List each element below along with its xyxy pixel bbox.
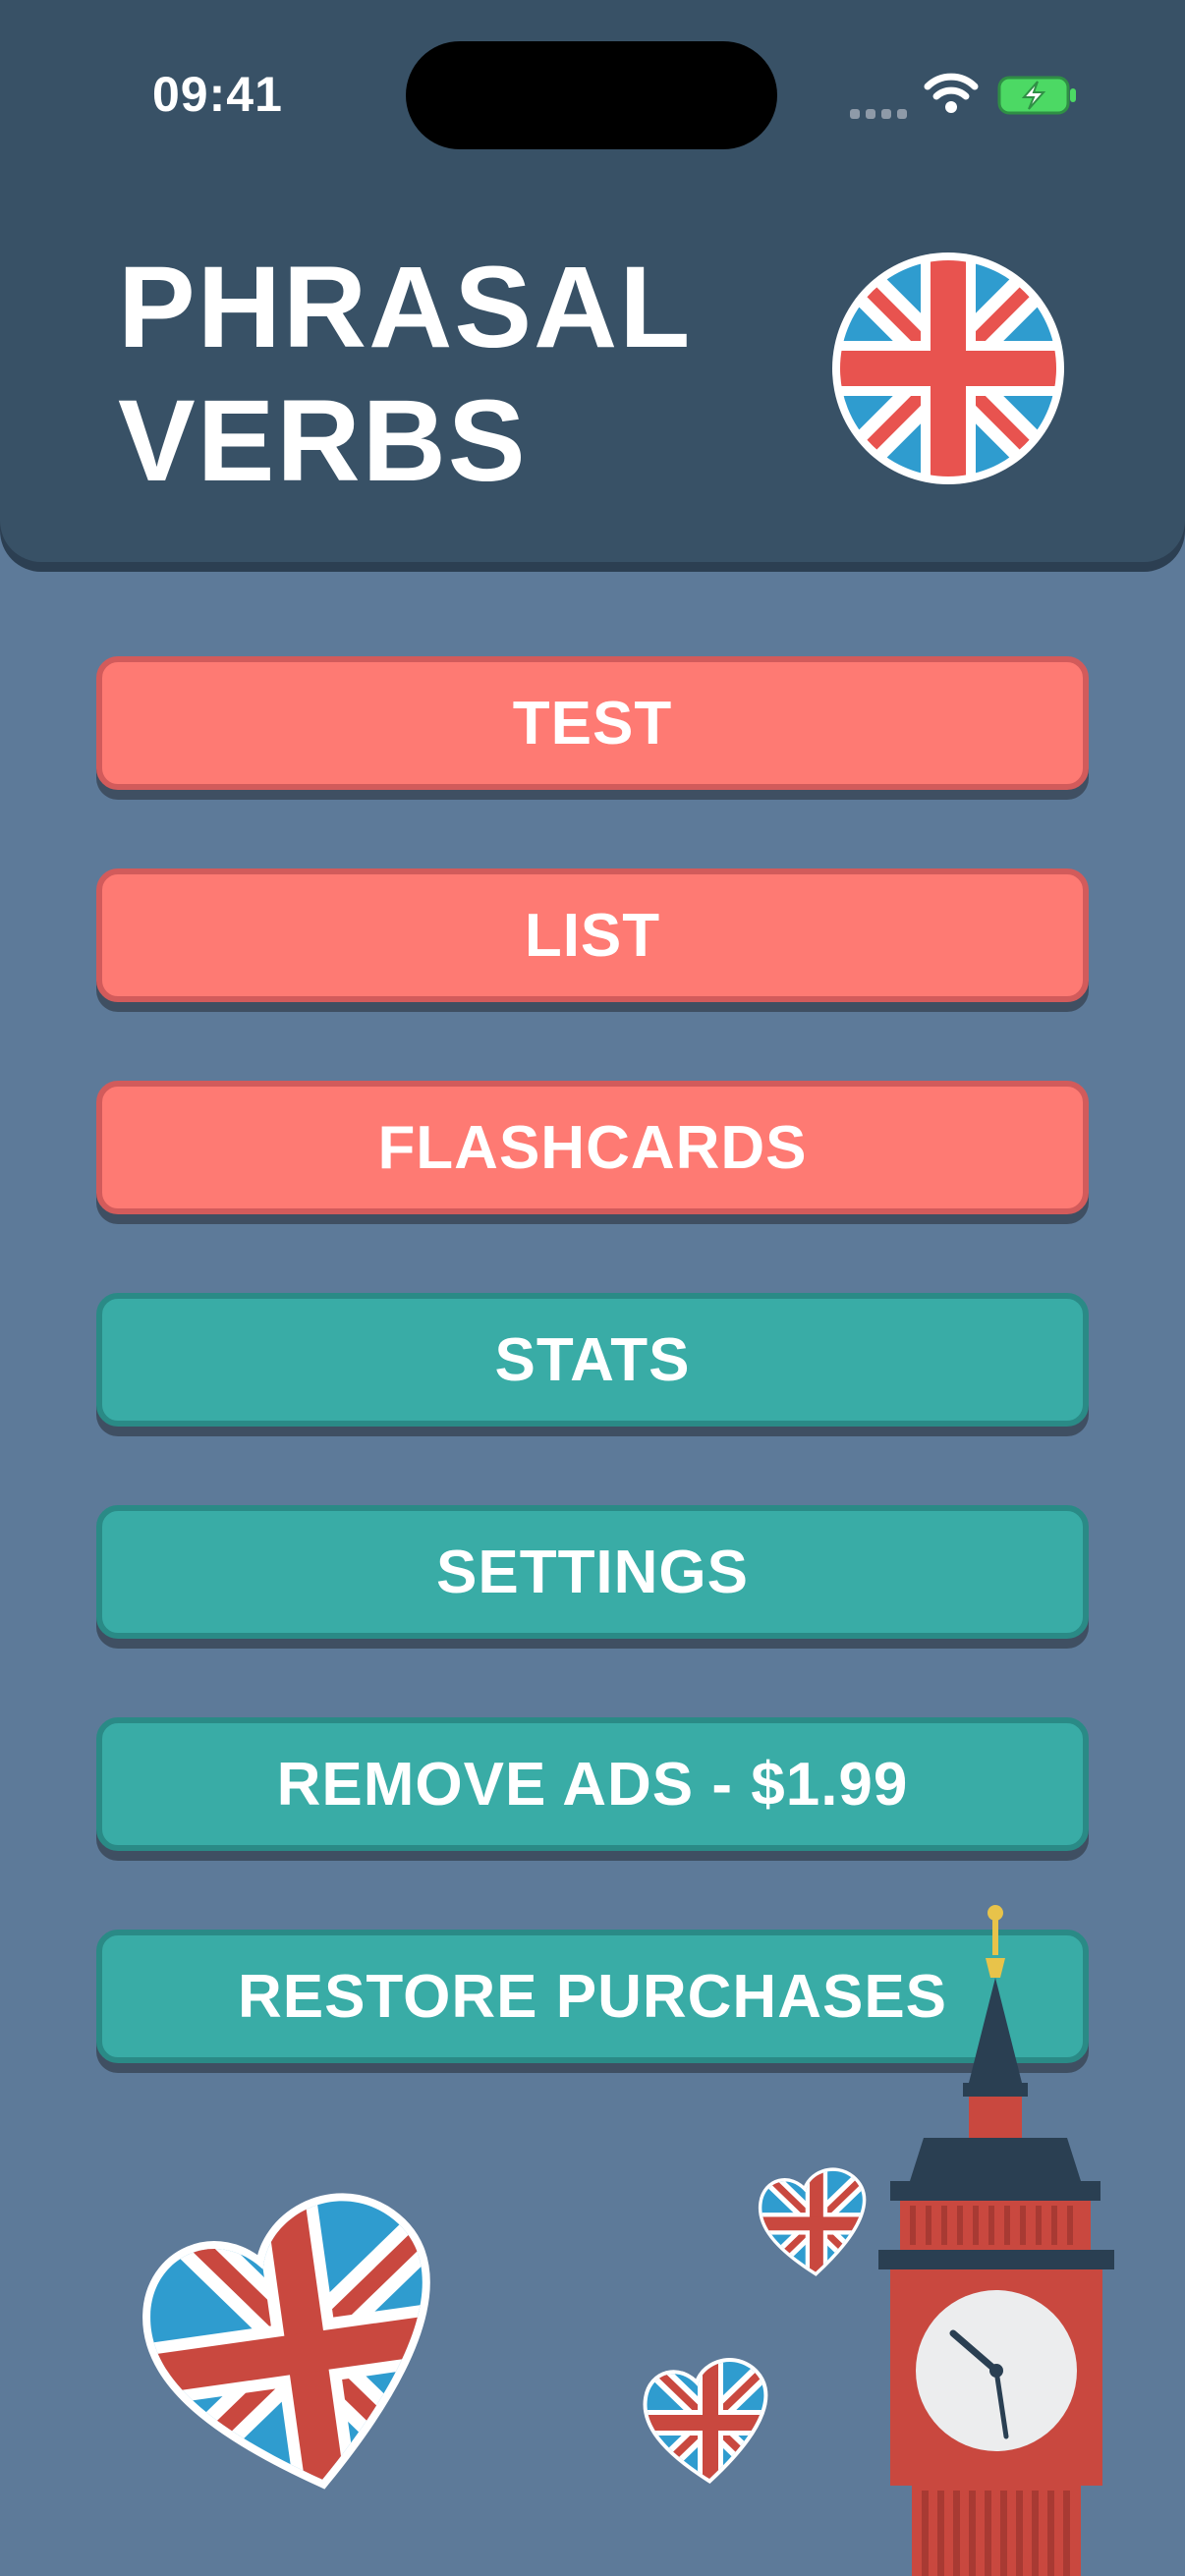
status-bar: 09:41: [0, 0, 1185, 187]
flashcards-button[interactable]: FLASHCARDS: [96, 1081, 1089, 1214]
big-ben-icon: [878, 1905, 1114, 2576]
settings-button[interactable]: SETTINGS: [96, 1505, 1089, 1639]
stats-button[interactable]: STATS: [96, 1293, 1089, 1427]
title-line-1: PHRASAL: [118, 243, 693, 372]
battery-charging-icon: [997, 76, 1076, 115]
uk-flag-icon: [832, 252, 1064, 484]
uk-heart-small-icon: [643, 2358, 768, 2485]
uk-heart-icon: [138, 2190, 449, 2500]
test-button[interactable]: TEST: [96, 656, 1089, 790]
dynamic-island: [406, 41, 777, 149]
uk-heart-small-icon: [758, 2167, 867, 2276]
list-button[interactable]: LIST: [96, 868, 1089, 1002]
status-time: 09:41: [152, 67, 283, 122]
header: 09:41 PHRASAL VERBS: [0, 0, 1185, 562]
title-line-2: VERBS: [118, 376, 528, 506]
cellular-signal-icon: [850, 106, 913, 124]
remove-ads-button[interactable]: REMOVE ADS - $1.99: [96, 1717, 1089, 1851]
wifi-icon: [924, 73, 979, 113]
page-title: PHRASAL VERBS: [118, 241, 692, 508]
